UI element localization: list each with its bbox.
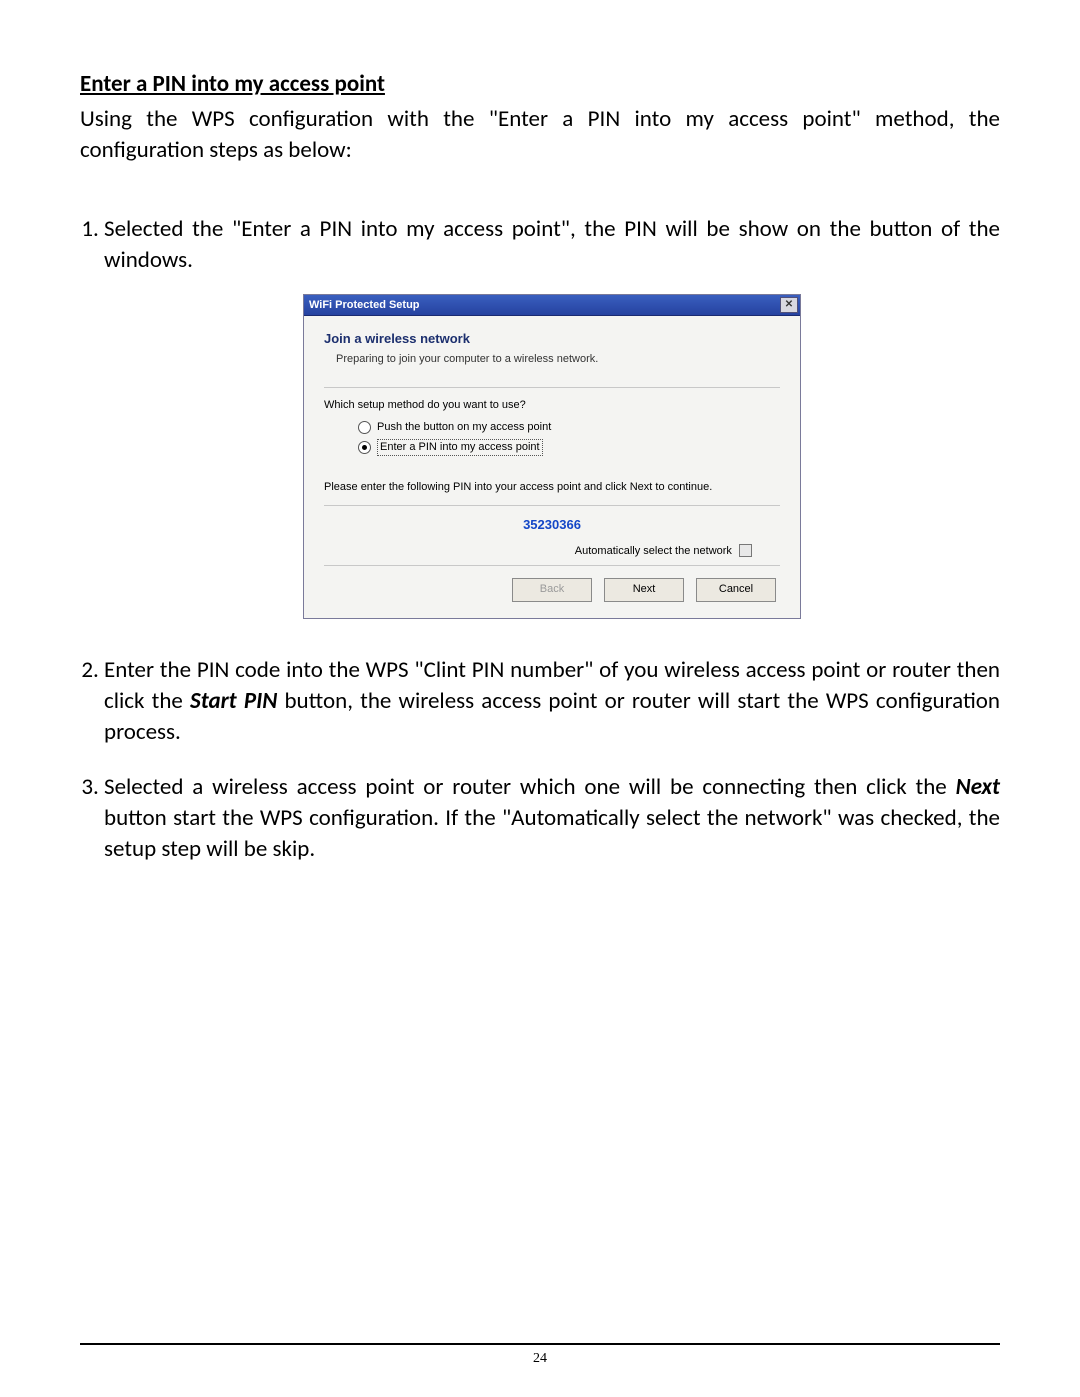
step-3: Selected a wireless access point or rout…: [104, 772, 1000, 865]
dialog-subheading: Preparing to join your computer to a wir…: [324, 352, 780, 367]
dialog-heading: Join a wireless network: [324, 330, 780, 348]
radio-icon[interactable]: [358, 441, 371, 454]
dialog-button-row: Back Next Cancel: [328, 578, 776, 602]
divider: [324, 505, 780, 506]
close-icon[interactable]: ✕: [780, 297, 798, 313]
pin-value: 35230366: [324, 516, 780, 534]
divider: [324, 565, 780, 566]
auto-select-label: Automatically select the network: [575, 545, 732, 557]
steps-list: Selected the "Enter a PIN into my access…: [80, 214, 1000, 865]
radio-option-pin[interactable]: Enter a PIN into my access point: [324, 438, 780, 456]
step-3-text-b: button start the WPS configuration. If t…: [104, 804, 1000, 863]
step-2-bold: Start PIN: [190, 687, 277, 715]
radio-icon[interactable]: [358, 421, 371, 434]
page-number: 24: [0, 1351, 1080, 1367]
step-2: Enter the PIN code into the WPS "Clint P…: [104, 655, 1000, 748]
step-3-bold: Next: [956, 773, 1000, 801]
dialog-titlebar: WiFi Protected Setup ✕: [304, 295, 800, 316]
back-button: Back: [512, 578, 592, 602]
radio-option-push[interactable]: Push the button on my access point: [324, 418, 780, 436]
footer-rule: [80, 1343, 1000, 1345]
radio-label-push: Push the button on my access point: [377, 420, 551, 435]
setup-method-question: Which setup method do you want to use?: [324, 398, 780, 413]
radio-label-pin: Enter a PIN into my access point: [377, 439, 543, 456]
section-heading: Enter a PIN into my access point: [80, 70, 1000, 98]
step-3-text-a: Selected a wireless access point or rout…: [104, 773, 956, 801]
divider: [324, 387, 780, 388]
next-button[interactable]: Next: [604, 578, 684, 602]
cancel-button[interactable]: Cancel: [696, 578, 776, 602]
pin-instruction: Please enter the following PIN into your…: [324, 480, 780, 495]
step-1-text: Selected the "Enter a PIN into my access…: [104, 215, 1000, 274]
dialog-screenshot: WiFi Protected Setup ✕ Join a wireless n…: [104, 294, 1000, 618]
auto-select-checkbox[interactable]: [739, 544, 752, 557]
intro-paragraph: Using the WPS configuration with the "En…: [80, 104, 1000, 166]
dialog-title: WiFi Protected Setup: [309, 298, 420, 313]
step-1: Selected the "Enter a PIN into my access…: [104, 214, 1000, 619]
auto-select-row: Automatically select the network: [324, 544, 780, 559]
document-page: Enter a PIN into my access point Using t…: [0, 0, 1080, 1397]
wps-dialog: WiFi Protected Setup ✕ Join a wireless n…: [303, 294, 801, 618]
